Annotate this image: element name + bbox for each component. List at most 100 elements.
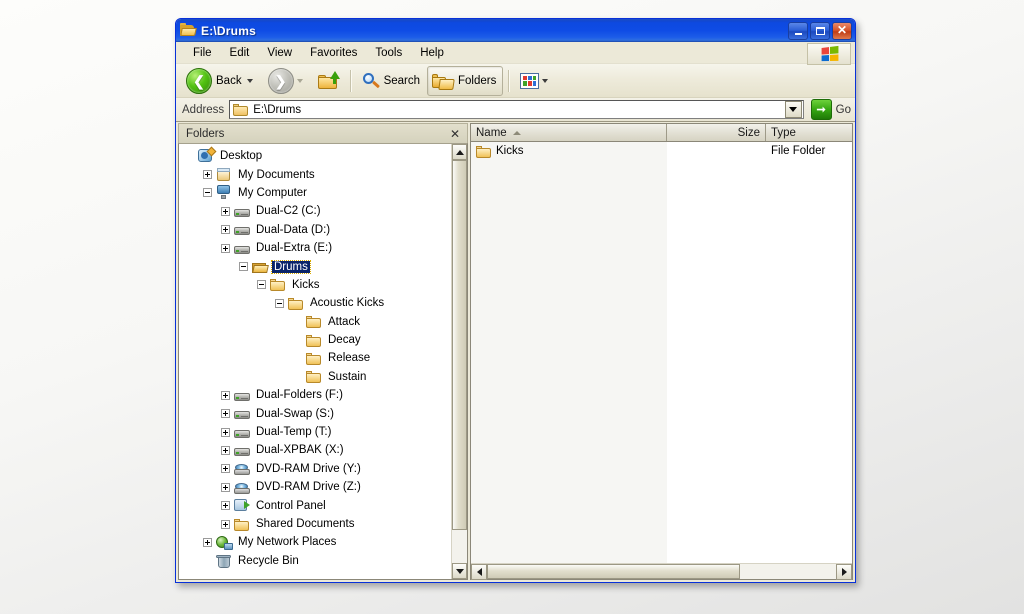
tree-item-my-documents[interactable]: My Documents [179,165,451,183]
tree-item-release[interactable]: Release [179,349,451,367]
go-button-label: Go [835,103,851,116]
tree-item-dvd-ram-drive-z[interactable]: DVD-RAM Drive (Z:) [179,478,451,496]
collapse-icon[interactable] [239,262,248,272]
minimize-button[interactable] [788,21,808,40]
tree-item-label: Control Panel [256,499,326,512]
up-one-level-button[interactable] [313,66,345,96]
menu-item-edit[interactable]: Edit [221,45,259,61]
scroll-up-icon[interactable] [452,144,467,160]
column-header-name-label: Name [476,126,507,139]
scroll-left-icon[interactable] [471,564,487,580]
tree-item-attack[interactable]: Attack [179,313,451,331]
list-horizontal-scrollbar[interactable] [471,563,852,580]
expand-icon[interactable] [203,170,212,180]
tree-item-dual-c2-c[interactable]: Dual-C2 (C:) [179,202,451,220]
address-folder-icon [233,103,249,116]
tree-item-dual-swap-s[interactable]: Dual-Swap (S:) [179,404,451,422]
tree-item-recycle-bin[interactable]: Recycle Bin [179,552,451,570]
tree-item-drums[interactable]: Drums [179,257,451,275]
title-bar[interactable]: E:\Drums ✕ [176,19,855,42]
collapse-icon[interactable] [275,298,284,308]
column-header-name[interactable]: Name [471,124,667,141]
tree-item-my-network-places[interactable]: My Network Places [179,533,451,551]
menu-bar: File Edit View Favorites Tools Help [176,42,855,65]
tree-item-dual-extra-e[interactable]: Dual-Extra (E:) [179,239,451,257]
tree-item-decay[interactable]: Decay [179,331,451,349]
windows-flag-icon[interactable] [807,43,851,65]
menu-item-file[interactable]: File [184,45,221,61]
list-scroll-track[interactable] [487,564,836,579]
forward-dropdown-icon[interactable] [296,78,303,83]
expand-icon[interactable] [221,519,230,529]
search-button[interactable]: Search [357,66,427,96]
back-dropdown-icon[interactable] [246,78,253,83]
expand-icon[interactable] [221,445,230,455]
back-arrow-icon: ❮ [186,67,212,94]
folders-tree[interactable]: Desktop My Documents My Computer Dual-C2 (C… [179,144,451,579]
go-button[interactable]: ➞ Go [810,99,851,120]
expand-icon[interactable] [203,537,212,547]
scroll-down-icon[interactable] [452,563,467,579]
expand-icon[interactable] [221,482,230,492]
close-icon[interactable]: ✕ [447,128,463,140]
tree-item-label: Release [328,352,371,365]
collapse-icon[interactable] [257,280,266,290]
window-title: E:\Drums [201,23,256,38]
tree-item-label: Dual-Temp (T:) [256,426,332,439]
tree-item-desktop[interactable]: Desktop [179,146,451,165]
views-button[interactable] [515,66,558,96]
expand-icon[interactable] [221,501,230,511]
address-dropdown-button[interactable] [784,101,802,118]
list-scroll-thumb[interactable] [487,564,740,579]
expand-icon[interactable] [221,427,230,437]
tree-item-sustain[interactable]: Sustain [179,368,451,386]
tree-item-label: Dual-Folders (F:) [256,389,343,402]
tree-item-dvd-ram-drive-y[interactable]: DVD-RAM Drive (Y:) [179,460,451,478]
file-list-pane: Name Size Type Kicks File Folder [470,123,853,580]
menu-item-help[interactable]: Help [411,45,453,61]
table-row[interactable]: Kicks File Folder [471,142,852,160]
my-computer-icon [216,185,232,200]
tree-item-dual-xpbak-x[interactable]: Dual-XPBAK (X:) [179,441,451,459]
tree-item-dual-temp-t[interactable]: Dual-Temp (T:) [179,423,451,441]
expand-icon[interactable] [221,225,230,235]
folder-icon [234,517,250,532]
tree-item-acoustic-kicks[interactable]: Acoustic Kicks [179,294,451,312]
tree-item-dual-data-d[interactable]: Dual-Data (D:) [179,221,451,239]
tree-item-label: Dual-Swap (S:) [256,407,334,420]
back-button[interactable]: ❮ Back [181,66,263,96]
menu-item-favorites[interactable]: Favorites [301,45,366,61]
folder-icon [306,369,322,384]
column-header-type[interactable]: Type [766,124,852,141]
expand-icon[interactable] [221,390,230,400]
tree-item-kicks[interactable]: Kicks [179,276,451,294]
tree-item-dual-folders-f[interactable]: Dual-Folders (F:) [179,386,451,404]
collapse-icon[interactable] [203,188,212,198]
maximize-button[interactable] [810,21,830,40]
column-header-size[interactable]: Size [667,124,766,141]
tree-item-control-panel[interactable]: Control Panel [179,496,451,514]
scroll-right-icon[interactable] [836,564,852,580]
menu-item-tools[interactable]: Tools [366,45,411,61]
menu-item-view[interactable]: View [258,45,301,61]
tree-vertical-scrollbar[interactable] [451,144,467,579]
folders-button[interactable]: Folders [427,65,504,96]
expand-icon[interactable] [221,243,230,253]
close-button[interactable]: ✕ [832,21,852,40]
tree-scroll-thumb[interactable] [452,160,467,530]
expand-icon[interactable] [221,464,230,474]
views-dropdown-icon[interactable] [542,78,549,83]
views-grid-icon [520,72,540,89]
expand-icon[interactable] [221,206,230,216]
tree-scroll-track[interactable] [452,160,467,563]
expand-icon[interactable] [221,409,230,419]
tree-item-shared-documents[interactable]: Shared Documents [179,515,451,533]
tree-item-my-computer[interactable]: My Computer [179,184,451,202]
address-input[interactable]: E:\Drums [229,100,804,119]
folder-open-icon [252,259,269,274]
file-list-rows[interactable]: Kicks File Folder [471,142,852,563]
forward-button[interactable]: ❯ [263,66,313,96]
